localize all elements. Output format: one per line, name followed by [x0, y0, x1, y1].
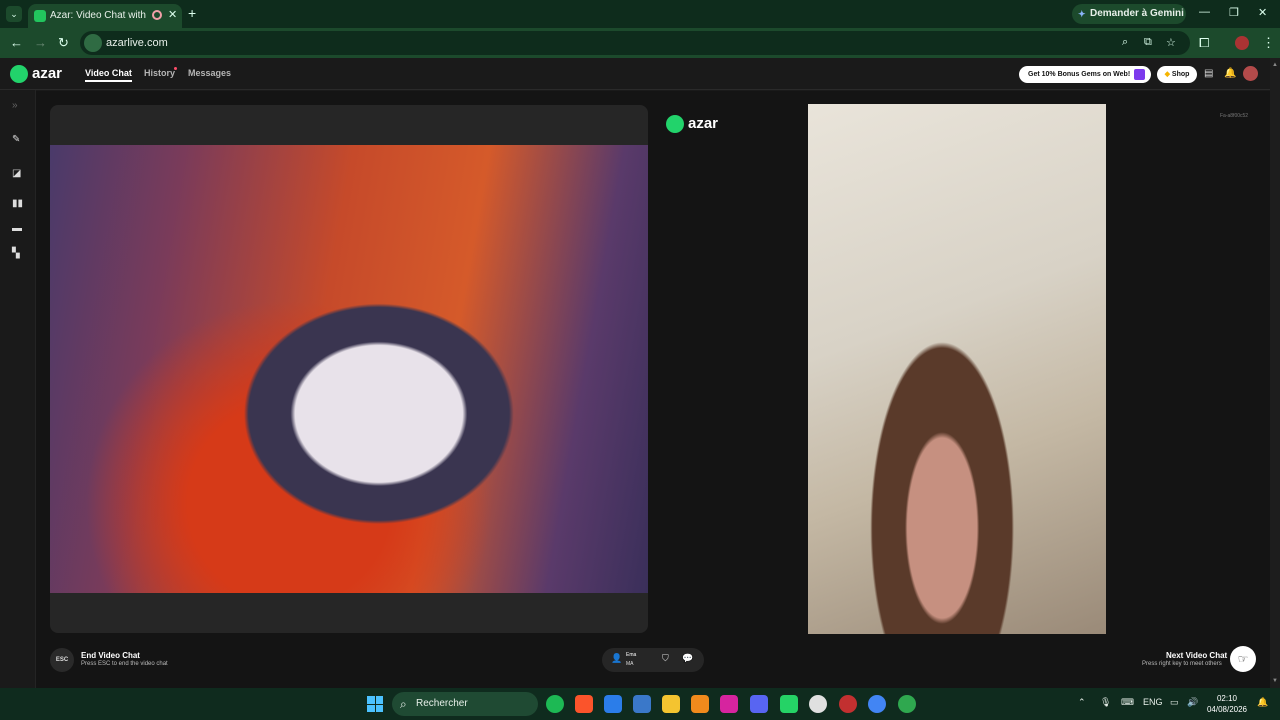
- azar-page: azar Video Chat History Messages Get 10%…: [0, 58, 1280, 688]
- brave-icon[interactable]: [575, 695, 593, 713]
- install-app-icon[interactable]: ⧉: [1144, 36, 1152, 49]
- discord-icon[interactable]: [750, 695, 768, 713]
- volume-icon[interactable]: 🔊: [1187, 697, 1198, 708]
- browser-tab[interactable]: Azar: Video Chat with New ✕: [28, 4, 182, 28]
- shop-button[interactable]: Shop: [1157, 66, 1197, 83]
- my-video-frame: [50, 105, 648, 633]
- nav-video-chat[interactable]: Video Chat: [85, 68, 132, 82]
- spotify-icon[interactable]: [546, 695, 564, 713]
- reload-icon[interactable]: ↻: [58, 35, 69, 51]
- zoom-icon[interactable]: ⌕: [1122, 36, 1128, 49]
- chat-bubble-icon[interactable]: 💬: [682, 653, 693, 664]
- expand-sidebar-icon[interactable]: »: [12, 100, 18, 111]
- azar-watermark-icon: [666, 115, 684, 134]
- layout-grid-icon[interactable]: ▚: [12, 248, 20, 259]
- end-chat-hint: Press ESC to end the video chat: [81, 661, 168, 667]
- chrome-icon[interactable]: [809, 695, 827, 713]
- session-id: Fa-a8f00c52: [1220, 113, 1249, 119]
- taskbar-search[interactable]: Rechercher: [392, 692, 538, 716]
- user-avatar[interactable]: [1243, 66, 1258, 81]
- clock-time: 02:10: [1216, 694, 1238, 703]
- defender-icon[interactable]: [604, 695, 622, 713]
- promo-text: Get 10% Bonus Gems on Web!: [1028, 71, 1131, 78]
- report-shield-icon[interactable]: ⛉: [662, 653, 669, 664]
- address-bar[interactable]: azarlive.com ⌕ ⧉ ☆: [80, 31, 1190, 55]
- chrome-active-icon[interactable]: [898, 695, 916, 713]
- nav-messages[interactable]: Messages: [188, 68, 231, 78]
- file-explorer-icon[interactable]: [662, 695, 680, 713]
- video-stage: azar Fa-a8f00c52: [36, 91, 1270, 688]
- nav-history[interactable]: History: [144, 68, 175, 78]
- peer-info-pill: 👤 Ema MA ⛉ 💬: [602, 648, 704, 672]
- chrome-profile-icon[interactable]: [839, 695, 857, 713]
- maximize-button[interactable]: ❐: [1229, 6, 1239, 19]
- azar-favicon-icon: [34, 10, 46, 22]
- page-scrollbar[interactable]: ▲ ▼: [1270, 58, 1280, 688]
- bookmark-star-icon[interactable]: ☆: [1166, 36, 1176, 49]
- history-notification-dot: [174, 67, 177, 70]
- peer-name: Ema: [626, 652, 637, 658]
- top-nav: azar Video Chat History Messages Get 10%…: [0, 58, 1270, 90]
- gemini-button[interactable]: Demander à Gemini: [1072, 4, 1186, 24]
- instagram-icon[interactable]: [720, 695, 738, 713]
- extensions-icon[interactable]: ⧠: [1199, 35, 1209, 51]
- logo-text: azar: [32, 65, 63, 82]
- azar-logo-icon: [10, 65, 28, 84]
- forward-icon[interactable]: →: [34, 35, 47, 50]
- language-indicator[interactable]: ENG: [1143, 697, 1163, 707]
- minimize-button[interactable]: —: [1199, 6, 1210, 18]
- scroll-up-icon[interactable]: ▲: [1272, 62, 1278, 68]
- close-window-button[interactable]: ✕: [1258, 6, 1267, 19]
- chrome-profile-2-icon[interactable]: [868, 695, 886, 713]
- magic-wand-icon[interactable]: ✎: [12, 134, 20, 145]
- notification-bell-icon[interactable]: 🔔: [1224, 68, 1236, 79]
- browser-toolbar: ← → ↻ azarlive.com ⌕ ⧉ ☆ ⧠ ⋮: [0, 28, 1280, 58]
- azar-watermark: azar: [666, 115, 719, 134]
- network-icon[interactable]: ▭: [1170, 697, 1179, 708]
- new-tab-button[interactable]: +: [188, 5, 196, 21]
- windows-taskbar: Rechercher ⌃ 🎙 ⌨ ENG ▭ 🔊 02:10 04/08/2026…: [0, 688, 1280, 720]
- gift-icon: [1134, 69, 1145, 80]
- peer-camera-feed: [808, 104, 1106, 634]
- scroll-down-icon[interactable]: ▼: [1272, 678, 1278, 684]
- layout-stacked-icon[interactable]: ▬: [12, 223, 22, 234]
- clock[interactable]: 02:10 04/08/2026: [1206, 693, 1248, 715]
- menu-kebab-icon[interactable]: ⋮: [1262, 35, 1275, 51]
- microphone-icon[interactable]: 🎙: [1100, 697, 1111, 708]
- next-chat-hint: Press right key to meet others: [1142, 661, 1222, 667]
- layout-side-by-side-icon[interactable]: ▮▮: [12, 198, 23, 209]
- end-chat-button[interactable]: ESC: [50, 648, 74, 672]
- tab-search-button[interactable]: ⌄: [6, 6, 22, 22]
- filter-icon[interactable]: ◪: [12, 168, 21, 179]
- bonus-gems-banner[interactable]: Get 10% Bonus Gems on Web!: [1019, 66, 1151, 83]
- profile-avatar[interactable]: [1235, 36, 1249, 50]
- inbox-icon[interactable]: ▤: [1204, 68, 1213, 79]
- notification-center-icon[interactable]: 🔔: [1257, 697, 1268, 708]
- azar-logo[interactable]: azar: [10, 65, 63, 84]
- chat-controls: ESC End Video Chat Press ESC to end the …: [36, 646, 1270, 688]
- keyboard-icon[interactable]: ⌨: [1121, 697, 1134, 708]
- whatsapp-icon[interactable]: [780, 695, 798, 713]
- site-info-icon[interactable]: [84, 34, 102, 52]
- my-camera-feed: [50, 145, 648, 593]
- tab-strip: ⌄ Azar: Video Chat with New ✕ + Demander…: [0, 0, 1280, 28]
- next-chat-button[interactable]: ☞: [1230, 646, 1256, 672]
- left-toolbar: » ✎ ◪ ▮▮ ▬ ▚: [0, 90, 36, 688]
- windows-start-icon[interactable]: [367, 696, 383, 712]
- vlc-icon[interactable]: [691, 695, 709, 713]
- back-icon[interactable]: ←: [10, 35, 23, 50]
- peer-country: MA: [626, 661, 634, 667]
- url-text: azarlive.com: [106, 37, 168, 49]
- end-chat-title: End Video Chat: [81, 651, 140, 660]
- close-tab-icon[interactable]: ✕: [168, 8, 177, 21]
- recording-icon: [152, 10, 162, 20]
- clock-date: 04/08/2026: [1206, 705, 1248, 714]
- tab-title: Azar: Video Chat with New: [50, 10, 148, 21]
- store-icon[interactable]: [633, 695, 651, 713]
- watermark-text: azar: [688, 115, 719, 132]
- person-icon: 👤: [611, 653, 623, 663]
- tray-overflow-icon[interactable]: ⌃: [1078, 697, 1086, 708]
- next-chat-title: Next Video Chat: [1166, 651, 1228, 660]
